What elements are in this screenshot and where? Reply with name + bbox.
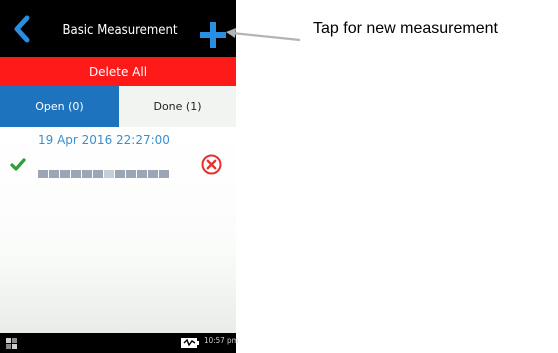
segment <box>148 170 158 178</box>
close-circle-icon[interactable] <box>201 154 222 175</box>
segment <box>82 170 92 178</box>
delete-all-button[interactable]: Delete All <box>0 57 236 86</box>
segment <box>137 170 147 178</box>
segment <box>60 170 70 178</box>
chevron-left-icon[interactable] <box>10 14 34 44</box>
segment <box>71 170 81 178</box>
segment <box>38 170 48 178</box>
app-header: Basic Measurement <box>0 0 236 57</box>
segment <box>49 170 59 178</box>
segment <box>126 170 136 178</box>
home-icon[interactable] <box>6 338 17 349</box>
status-bar: 10:57 pm <box>0 333 239 353</box>
measurement-datetime: 19 Apr 2016 22:27:00 <box>38 133 170 147</box>
check-icon <box>10 158 26 171</box>
tab-done[interactable]: Done (1) <box>119 86 236 127</box>
tab-open[interactable]: Open (0) <box>0 86 119 127</box>
page-title: Basic Measurement <box>62 23 178 38</box>
device-screen: Basic Measurement Delete All Open (0) Do… <box>0 0 239 353</box>
arrow-left-icon <box>226 28 301 42</box>
segment <box>93 170 103 178</box>
callout-label: Tap for new measurement <box>313 20 498 37</box>
status-time: 10:57 pm <box>204 336 239 345</box>
segment <box>104 170 114 178</box>
measurement-list: 19 Apr 2016 22:27:00 <box>0 127 236 333</box>
battery-charging-icon <box>181 338 199 348</box>
segment <box>159 170 169 178</box>
segment <box>115 170 125 178</box>
tab-bar: Open (0) Done (1) <box>0 86 236 127</box>
list-item[interactable]: 19 Apr 2016 22:27:00 <box>0 127 236 187</box>
